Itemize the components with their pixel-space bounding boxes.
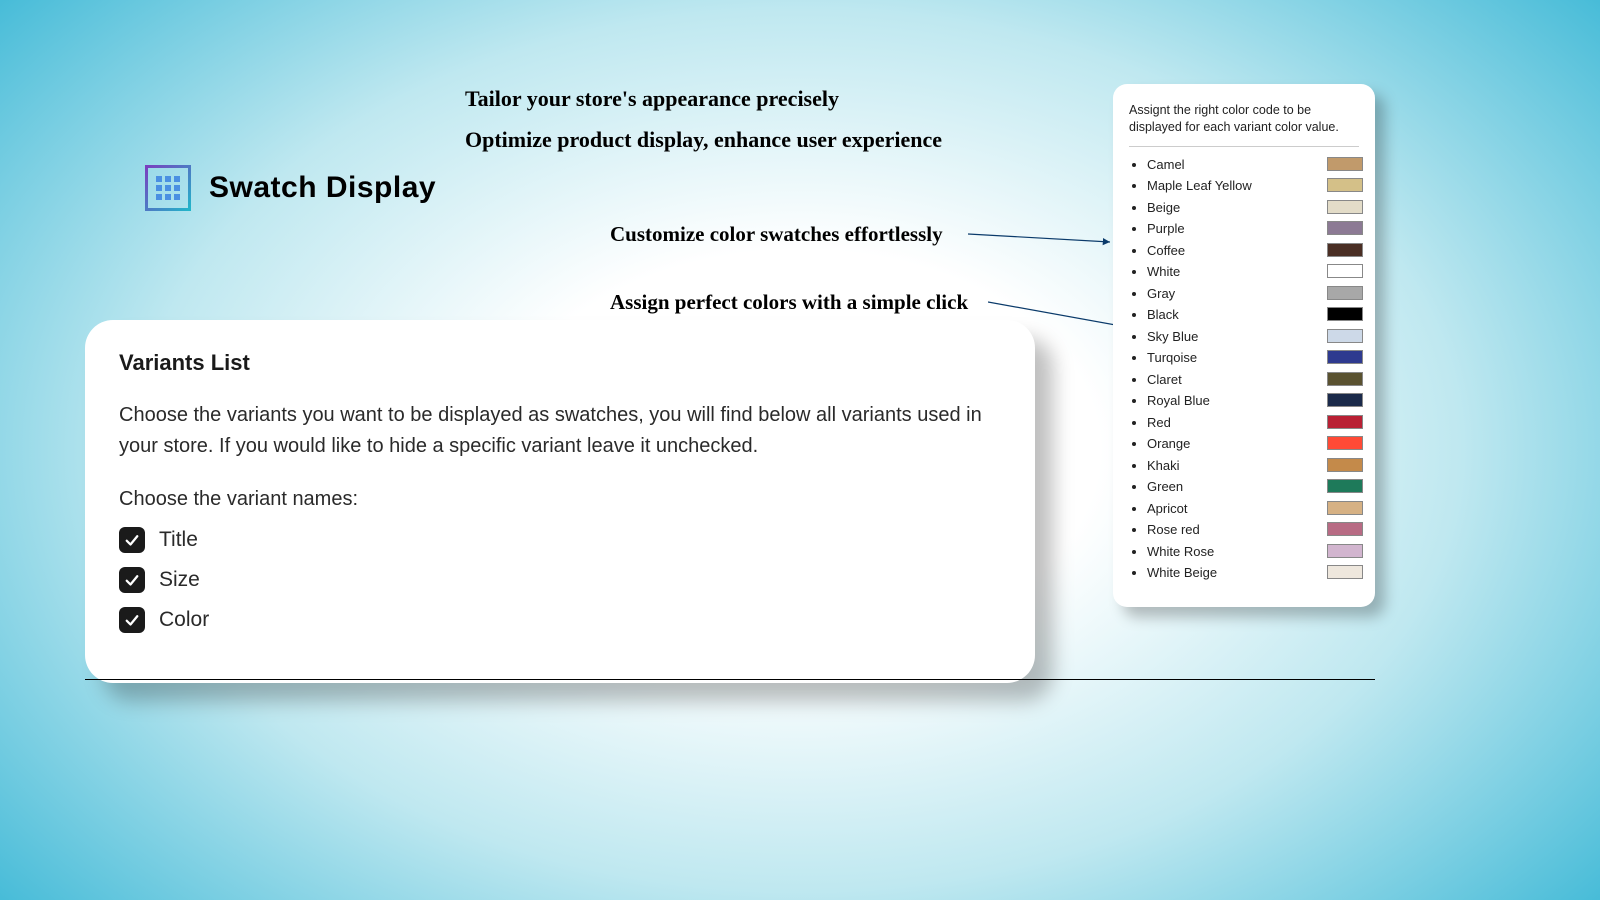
color-name: Apricot [1147,501,1187,516]
color-swatch[interactable] [1327,565,1363,579]
brand-name: Swatch Display [209,171,436,205]
color-swatch[interactable] [1327,307,1363,321]
color-list-item: White Beige [1147,565,1359,580]
color-swatch[interactable] [1327,372,1363,386]
color-name: Purple [1147,221,1185,236]
color-swatch[interactable] [1327,329,1363,343]
color-name: Sky Blue [1147,329,1198,344]
check-icon [123,611,141,629]
color-card-description: Assignt the right color code to be displ… [1129,102,1359,136]
color-list-item: White Rose [1147,544,1359,559]
color-list-item: Green [1147,479,1359,494]
color-list-item: Rose red [1147,522,1359,537]
variant-item: Color [119,607,1001,633]
color-list-item: White [1147,264,1359,279]
variant-checkbox[interactable] [119,567,145,593]
color-swatch[interactable] [1327,264,1363,278]
variant-checkbox[interactable] [119,607,145,633]
color-name: Gray [1147,286,1175,301]
color-swatch[interactable] [1327,458,1363,472]
color-list-item: Red [1147,415,1359,430]
arrow-customize-to-list [968,228,1118,250]
color-name: Black [1147,307,1179,322]
swatch-grid-icon [145,165,191,211]
color-name: Orange [1147,436,1190,451]
color-swatch[interactable] [1327,157,1363,171]
color-name: Claret [1147,372,1182,387]
color-list-item: Apricot [1147,501,1359,516]
color-swatch[interactable] [1327,436,1363,450]
variants-choose-label: Choose the variant names: [119,488,1001,511]
callout-customize: Customize color swatches effortlessly [610,222,943,247]
brand-logo: Swatch Display [145,165,436,211]
color-list-item: Sky Blue [1147,329,1359,344]
color-list-item: Black [1147,307,1359,322]
color-list-item: Gray [1147,286,1359,301]
color-list-item: Claret [1147,372,1359,387]
color-list: Camel Maple Leaf Yellow Beige Purple Coffee W… [1129,157,1359,581]
variants-list-title: Variants List [119,350,1001,376]
color-name: Camel [1147,157,1185,172]
color-name: Red [1147,415,1171,430]
color-swatch[interactable] [1327,243,1363,257]
color-swatch[interactable] [1327,501,1363,515]
color-list-item: Orange [1147,436,1359,451]
color-swatch[interactable] [1327,415,1363,429]
color-name: White Beige [1147,565,1217,580]
color-swatch[interactable] [1327,544,1363,558]
divider [1129,146,1359,147]
variant-item: Size [119,567,1001,593]
color-list-item: Purple [1147,221,1359,236]
check-icon [123,531,141,549]
color-name: Maple Leaf Yellow [1147,178,1252,193]
color-swatch[interactable] [1327,479,1363,493]
color-swatch[interactable] [1327,178,1363,192]
color-list-item: Beige [1147,200,1359,215]
color-name: Khaki [1147,458,1180,473]
variant-item: Title [119,527,1001,553]
variant-label: Color [159,608,209,632]
variants-list-description: Choose the variants you want to be displ… [119,400,1001,462]
color-name: Coffee [1147,243,1185,258]
color-swatch[interactable] [1327,221,1363,235]
color-list-item: Coffee [1147,243,1359,258]
color-name: Rose red [1147,522,1200,537]
callout-assign: Assign perfect colors with a simple clic… [610,290,968,315]
variants-list-panel: Variants List Choose the variants you wa… [85,320,1035,683]
color-list-item: Khaki [1147,458,1359,473]
tagline-1: Tailor your store's appearance precisely [465,86,839,112]
color-name: Green [1147,479,1183,494]
color-swatch[interactable] [1327,522,1363,536]
color-swatch[interactable] [1327,393,1363,407]
color-swatch[interactable] [1327,200,1363,214]
check-icon [123,571,141,589]
color-list-item: Maple Leaf Yellow [1147,178,1359,193]
color-assignment-card: Assignt the right color code to be displ… [1113,84,1375,607]
color-swatch[interactable] [1327,286,1363,300]
color-name: White [1147,264,1180,279]
variant-label: Title [159,528,198,552]
variant-label: Size [159,568,200,592]
color-name: White Rose [1147,544,1214,559]
color-swatch[interactable] [1327,350,1363,364]
color-name: Turqoise [1147,350,1197,365]
color-list-item: Camel [1147,157,1359,172]
base-divider [85,679,1375,680]
color-list-item: Turqoise [1147,350,1359,365]
color-list-item: Royal Blue [1147,393,1359,408]
color-name: Royal Blue [1147,393,1210,408]
color-name: Beige [1147,200,1180,215]
tagline-2: Optimize product display, enhance user e… [465,127,942,153]
variant-checkbox[interactable] [119,527,145,553]
